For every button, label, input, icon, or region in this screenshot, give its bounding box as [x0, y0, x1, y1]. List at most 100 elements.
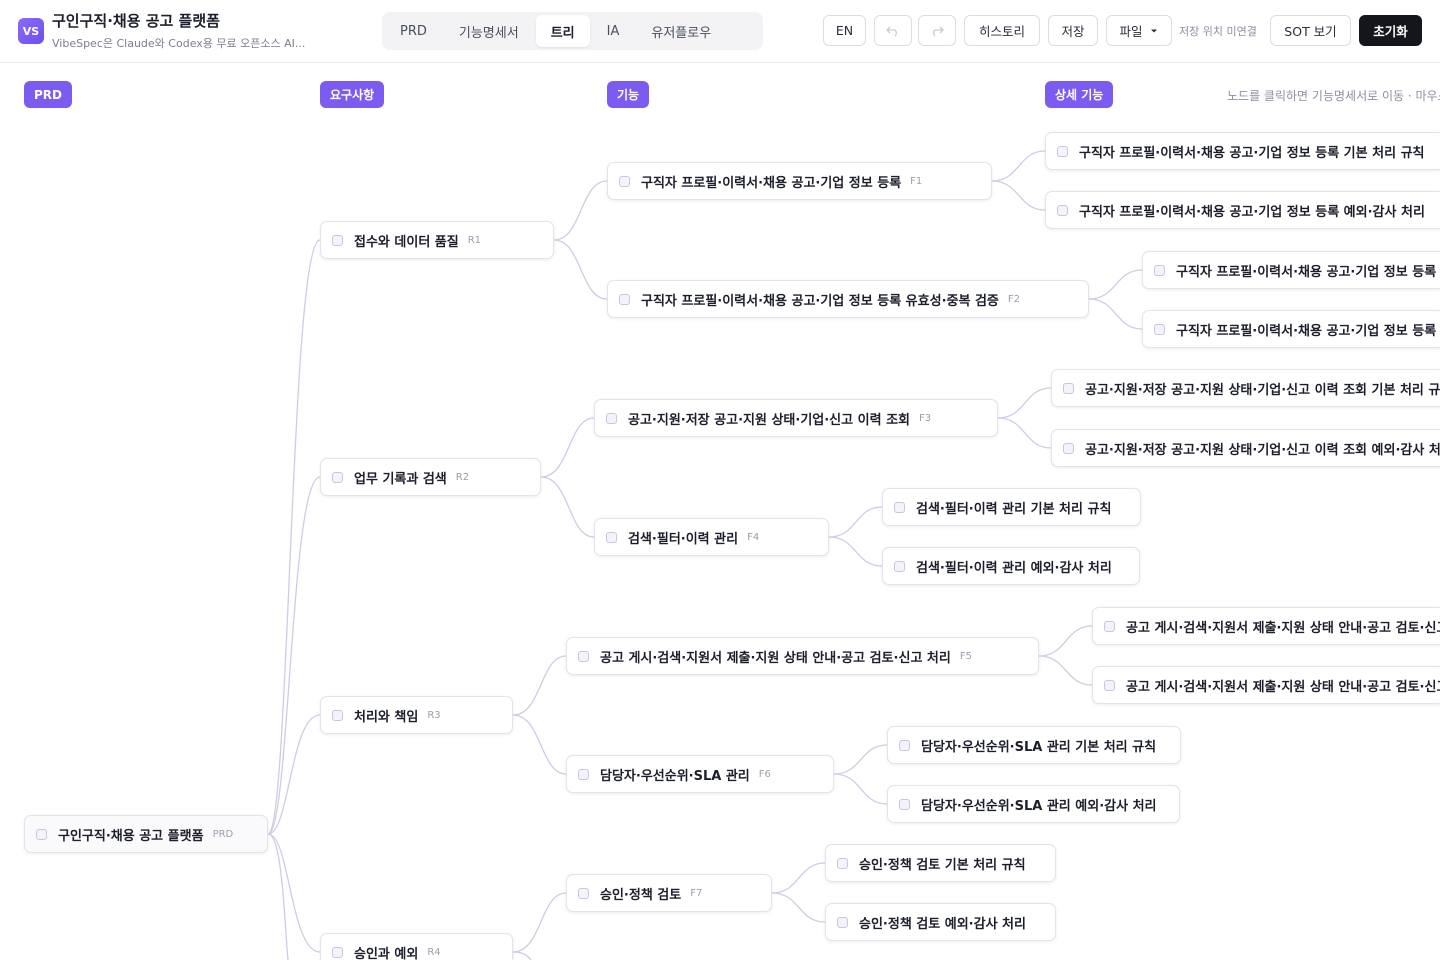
edge: [512, 892, 567, 953]
tree-node-feature[interactable]: 공고·지원·저장 공고·지원 상태·기업·신고 이력 조회 F3: [594, 399, 998, 437]
node-id: F1: [910, 175, 923, 187]
tab-prd[interactable]: PRD: [385, 15, 442, 47]
edge: [512, 951, 532, 960]
edge: [553, 239, 608, 300]
node-id: F5: [959, 650, 972, 662]
node-label: 구직자 프로필·이력서·채용 공고·기업 정보 등록: [641, 175, 902, 191]
node-checkbox[interactable]: [578, 650, 589, 662]
tab-tree[interactable]: 트리: [535, 15, 590, 47]
tab-ia[interactable]: IA: [592, 15, 635, 47]
save-location-status: 저장 위치 미연결: [1179, 25, 1257, 38]
node-checkbox[interactable]: [837, 916, 848, 928]
tree-node-detail[interactable]: 검색·필터·이력 관리 예외·감사 처리: [882, 547, 1140, 585]
node-checkbox[interactable]: [578, 887, 589, 899]
node-label: 공고 게시·검색·지원서 제출·지원 상태 안내·공고 검토·신고 처리 예외·…: [1126, 679, 1440, 695]
node-checkbox[interactable]: [899, 798, 910, 810]
column-label-features: 기능: [607, 81, 650, 108]
tree-node-detail[interactable]: 구직자 프로필·이력서·채용 공고·기업 정보 등록 기본 처리 규칙: [1045, 132, 1440, 170]
edge: [512, 714, 567, 775]
edge: [828, 506, 883, 538]
tree-node-feature[interactable]: 공고 게시·검색·지원서 제출·지원 상태 안내·공고 검토·신고 처리 F5: [566, 637, 1039, 675]
node-label: 승인·정책 검토: [600, 887, 682, 903]
node-label: 검색·필터·이력 관리 예외·감사 처리: [916, 560, 1112, 576]
tab-userflow[interactable]: 유저플로우: [636, 15, 726, 47]
node-checkbox[interactable]: [1063, 382, 1074, 394]
file-menu-label: 파일: [1119, 24, 1143, 39]
tab-feature-spec[interactable]: 기능명세서: [444, 15, 534, 47]
tree-node-feature[interactable]: 구직자 프로필·이력서·채용 공고·기업 정보 등록 유효성·중복 검증 F2: [607, 280, 1089, 318]
node-checkbox[interactable]: [1063, 442, 1074, 454]
node-checkbox[interactable]: [899, 739, 910, 751]
tree-node-requirement[interactable]: 업무 기록과 검색 R2: [320, 458, 541, 496]
node-checkbox[interactable]: [1154, 323, 1165, 335]
tree-node-requirement[interactable]: 접수와 데이터 품질 R1: [320, 221, 554, 259]
tree-node-requirement[interactable]: 처리와 책임 R3: [320, 696, 513, 734]
node-checkbox[interactable]: [619, 175, 630, 187]
save-button[interactable]: 저장: [1048, 15, 1098, 46]
tree-node-detail[interactable]: 공고 게시·검색·지원서 제출·지원 상태 안내·공고 검토·신고 처리 기본 …: [1092, 607, 1440, 645]
node-checkbox[interactable]: [578, 768, 589, 780]
node-checkbox[interactable]: [1057, 145, 1068, 157]
app-header: VS 구인구직·채용 공고 플랫폼 VibeSpec은 Claude와 Code…: [0, 0, 1440, 63]
node-checkbox[interactable]: [332, 946, 343, 958]
app-logo: VS: [18, 18, 44, 44]
node-id: R2: [455, 471, 470, 483]
app-subtitle: VibeSpec은 Claude와 Codex용 무료 오픈소스 AI...: [52, 37, 306, 50]
node-label: 구인구직·채용 공고 플랫폼: [58, 828, 204, 844]
node-checkbox[interactable]: [1154, 264, 1165, 276]
node-checkbox[interactable]: [1057, 204, 1068, 216]
undo-button[interactable]: [874, 15, 912, 46]
node-checkbox[interactable]: [619, 293, 630, 305]
node-checkbox[interactable]: [606, 531, 617, 543]
file-menu-button[interactable]: 파일: [1106, 15, 1172, 46]
node-checkbox[interactable]: [36, 828, 47, 840]
node-checkbox[interactable]: [332, 471, 343, 483]
tree-node-feature[interactable]: 검색·필터·이력 관리 F4: [594, 518, 829, 556]
edge: [1088, 269, 1143, 300]
edge: [1038, 655, 1093, 686]
tree-node-feature[interactable]: 담당자·우선순위·SLA 관리 F6: [566, 755, 834, 793]
node-label: 구직자 프로필·이력서·채용 공고·기업 정보 등록 유효성·중복 검증 기본 …: [1176, 264, 1440, 280]
tree-node-detail[interactable]: 담당자·우선순위·SLA 관리 기본 처리 규칙: [887, 726, 1181, 764]
chevron-down-icon: [1150, 29, 1157, 32]
tree-node-detail[interactable]: 담당자·우선순위·SLA 관리 예외·감사 처리: [887, 785, 1180, 823]
tree-node-feature[interactable]: 구직자 프로필·이력서·채용 공고·기업 정보 등록 F1: [607, 162, 992, 200]
edge: [512, 655, 567, 716]
tree-node-detail[interactable]: 공고·지원·저장 공고·지원 상태·기업·신고 이력 조회 예외·감사 처리: [1051, 429, 1440, 467]
tree-node-detail[interactable]: 승인·정책 검토 기본 처리 규칙: [825, 844, 1056, 882]
node-id: R1: [467, 234, 482, 246]
node-checkbox[interactable]: [894, 501, 905, 513]
tree-node-requirement[interactable]: 승인과 예외 R4: [320, 933, 513, 960]
node-checkbox[interactable]: [1104, 679, 1115, 691]
node-checkbox[interactable]: [894, 560, 905, 572]
sot-view-button[interactable]: SOT 보기: [1270, 15, 1351, 46]
node-checkbox[interactable]: [837, 857, 848, 869]
tree-node-detail[interactable]: 구직자 프로필·이력서·채용 공고·기업 정보 등록 예외·감사 처리: [1045, 191, 1440, 229]
node-checkbox[interactable]: [332, 234, 343, 246]
edge: [771, 892, 826, 923]
redo-button[interactable]: [918, 15, 956, 46]
tree-node-detail[interactable]: 구직자 프로필·이력서·채용 공고·기업 정보 등록 유효성·중복 검증 예외·…: [1142, 310, 1440, 348]
tree-node-detail[interactable]: 공고 게시·검색·지원서 제출·지원 상태 안내·공고 검토·신고 처리 예외·…: [1092, 666, 1440, 704]
language-button[interactable]: EN: [823, 15, 866, 46]
node-checkbox[interactable]: [1104, 620, 1115, 632]
edge: [267, 239, 321, 835]
tree-node-detail[interactable]: 공고·지원·저장 공고·지원 상태·기업·신고 이력 조회 기본 처리 규칙: [1051, 369, 1440, 407]
history-button[interactable]: 히스토리: [964, 15, 1040, 46]
tree-node-detail[interactable]: 승인·정책 검토 예외·감사 처리: [825, 903, 1056, 941]
edge: [1088, 298, 1143, 330]
tree-node-detail[interactable]: 검색·필터·이력 관리 기본 처리 규칙: [882, 488, 1141, 526]
reset-button[interactable]: 초기화: [1359, 15, 1422, 46]
tree-node-feature[interactable]: 승인·정책 검토 F7: [566, 874, 772, 912]
node-label: 구직자 프로필·이력서·채용 공고·기업 정보 등록 유효성·중복 검증 예외·…: [1176, 323, 1440, 339]
edge: [828, 536, 883, 567]
node-checkbox[interactable]: [332, 709, 343, 721]
edge: [267, 476, 321, 835]
tree-node-root[interactable]: 구인구직·채용 공고 플랫폼 PRD: [24, 815, 268, 853]
edge: [997, 387, 1052, 419]
tree-canvas[interactable]: PRD 요구사항 기능 상세 기능 노드를 클릭하면 기능명세서로 이동 · 마…: [0, 64, 1440, 960]
edge: [1038, 625, 1093, 657]
edge: [771, 862, 826, 894]
tree-node-detail[interactable]: 구직자 프로필·이력서·채용 공고·기업 정보 등록 유효성·중복 검증 기본 …: [1142, 251, 1440, 289]
node-checkbox[interactable]: [606, 412, 617, 424]
